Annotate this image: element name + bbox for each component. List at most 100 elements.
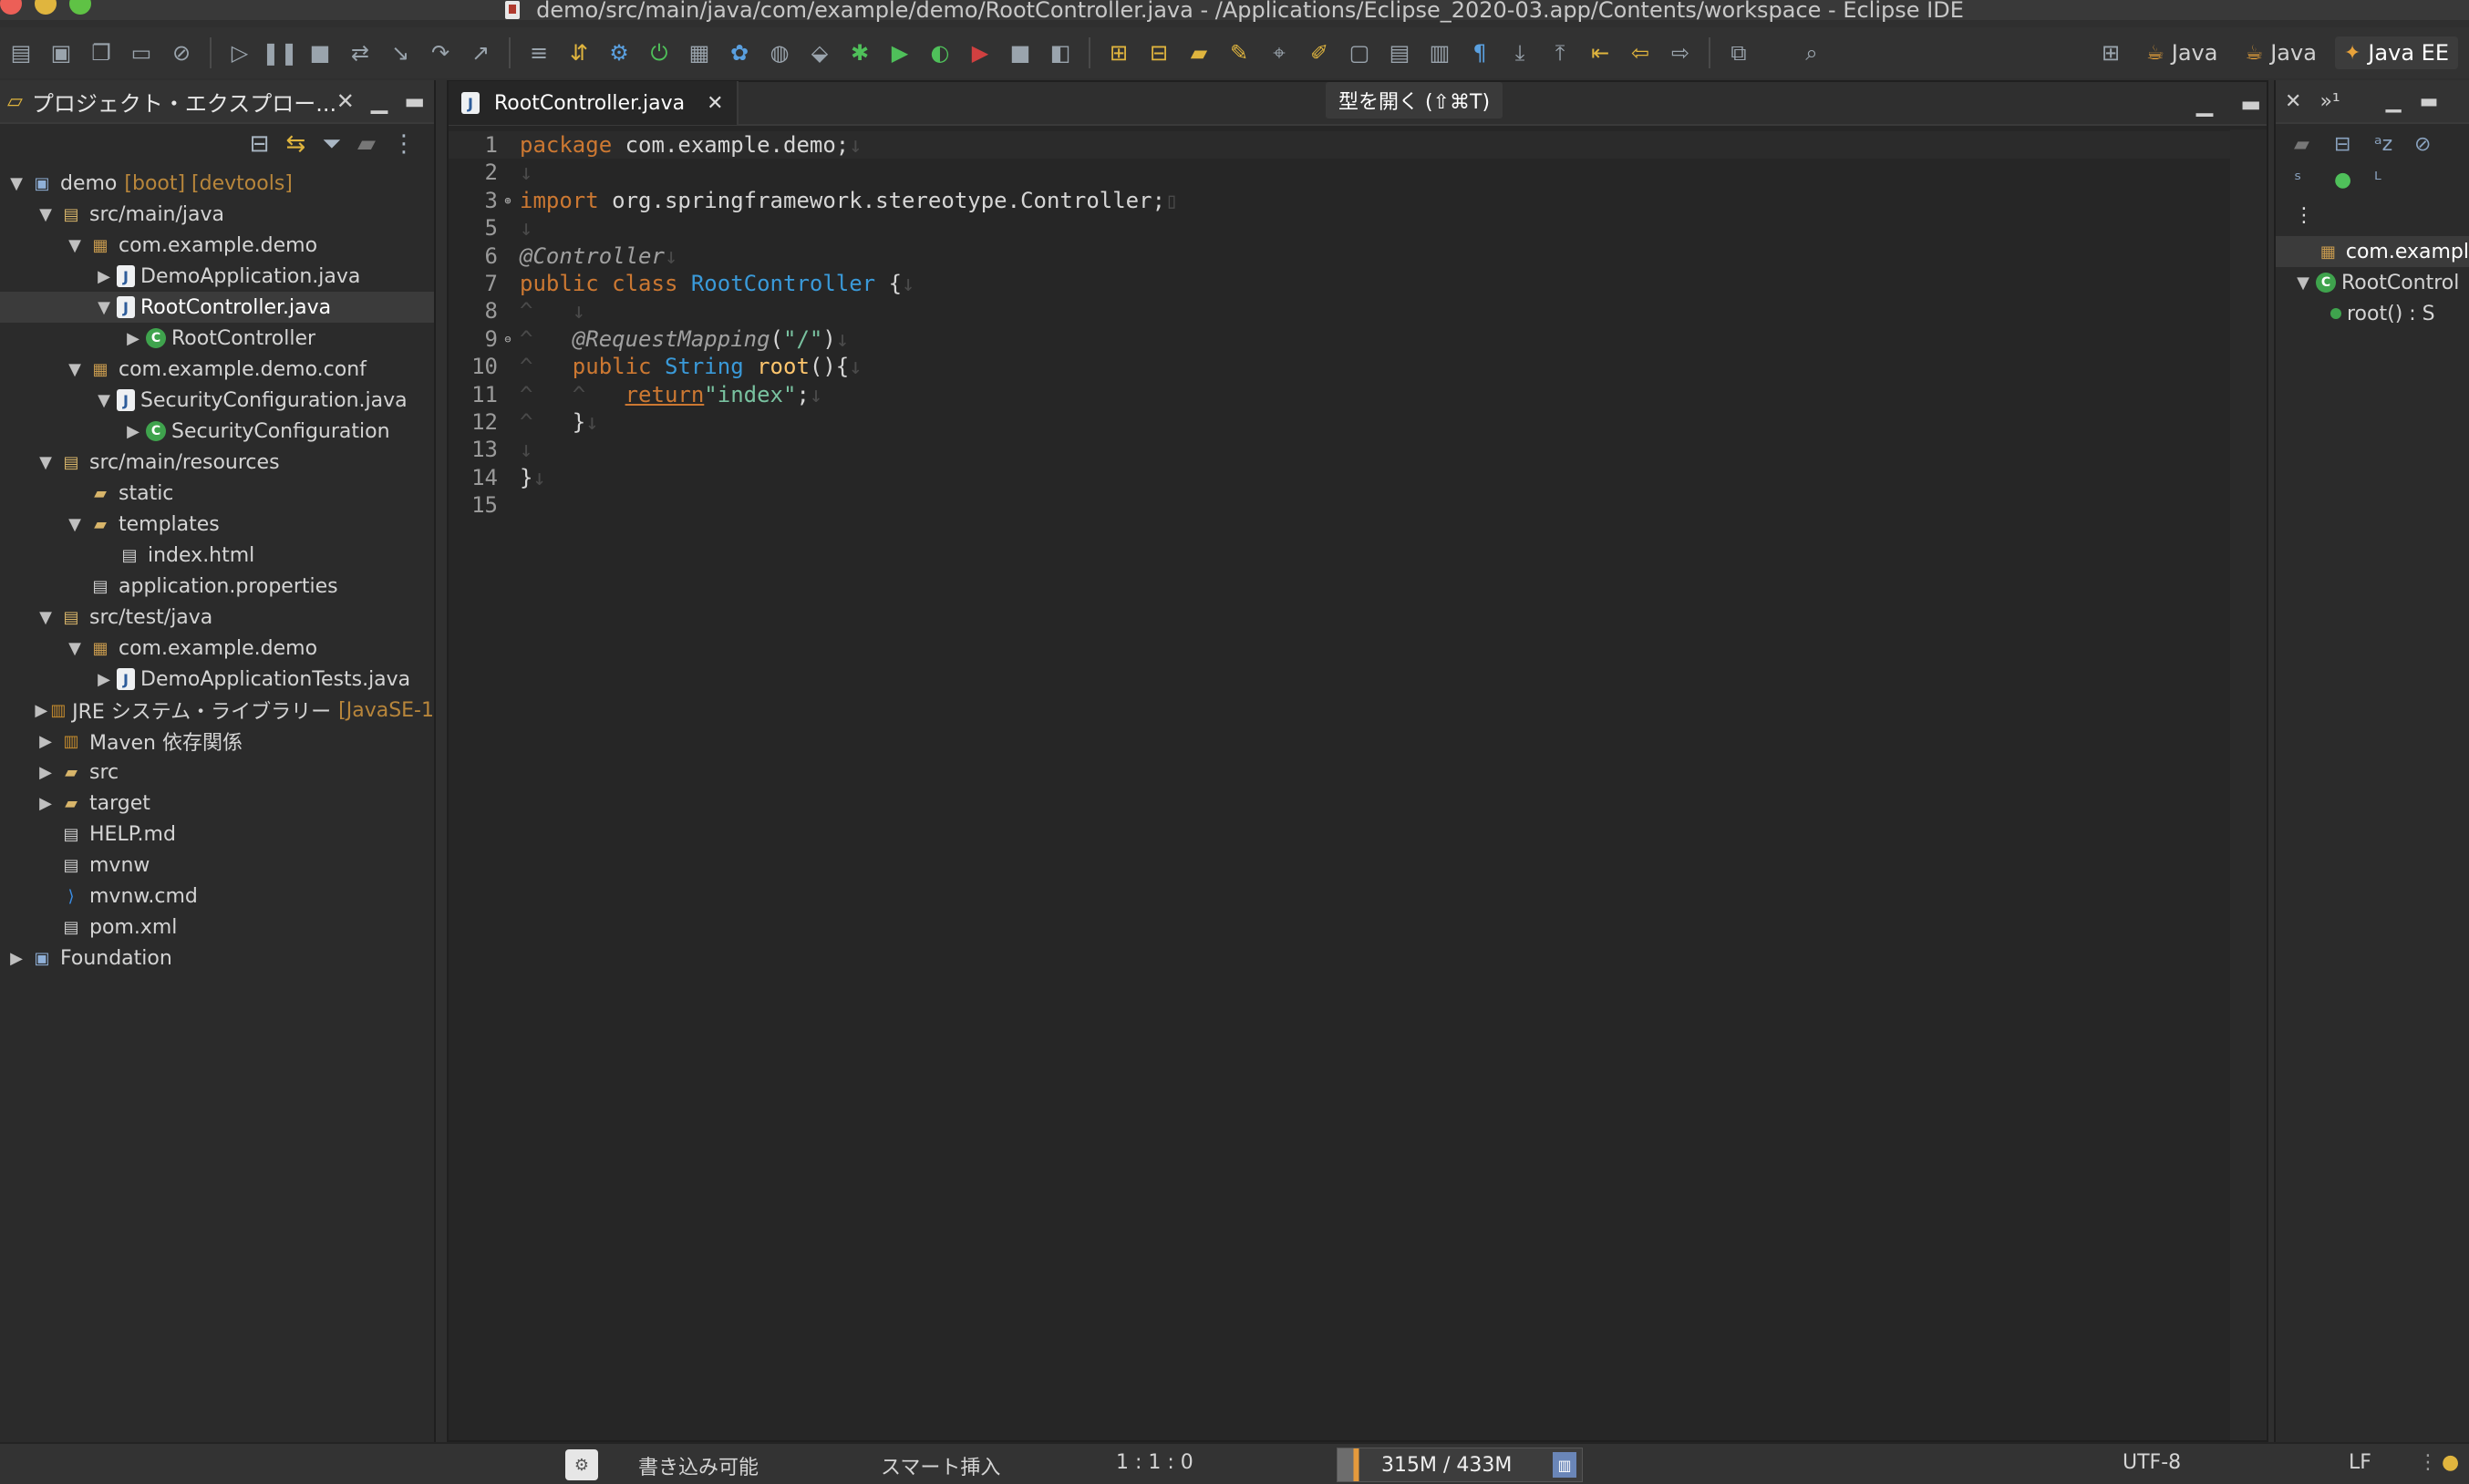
outline-item[interactable]: ▼ C RootControl	[2276, 267, 2469, 298]
cursor-position[interactable]: 1 : 1 : 0	[1116, 1451, 1193, 1474]
tree-item[interactable]: ▶ C RootController	[0, 323, 434, 354]
collapse-arrow-icon[interactable]: ▼	[62, 515, 88, 534]
fold-toggle-icon[interactable]: ⊖	[501, 333, 514, 345]
expand-arrow-icon[interactable]: ▶	[33, 732, 58, 751]
collapse-arrow-icon[interactable]: ▼	[2290, 273, 2316, 293]
code-line[interactable]: 9 ⊖ ^ @RequestMapping("/")↓	[449, 325, 2267, 353]
link-with-editor-icon[interactable]: ⇆	[285, 130, 305, 158]
tree-item[interactable]: ▤ application.properties	[0, 571, 434, 602]
tree-item[interactable]: ▼ ▰ templates	[0, 509, 434, 540]
hide-static-icon[interactable]: ˢ	[2294, 169, 2334, 191]
outline-item[interactable]: ▦ com.exampl	[2276, 236, 2469, 267]
collapse-arrow-icon[interactable]: ▼	[33, 608, 58, 627]
tree-item[interactable]: ▤ HELP.md	[0, 819, 434, 850]
filter-icon[interactable]: ⏷	[322, 130, 341, 159]
use-step-filters-icon[interactable]: ⇵	[562, 36, 596, 70]
collapse-arrow-icon[interactable]: ▼	[91, 298, 117, 317]
project-explorer-tab[interactable]: ▱ プロジェクト・エクスプロー... ✕ ▁ ▬	[0, 80, 434, 124]
tree-item[interactable]: ▤ index.html	[0, 540, 434, 571]
hide-local-types-icon[interactable]: ᴸ	[2374, 169, 2414, 191]
code-line[interactable]: 14}↓	[449, 464, 2267, 491]
deploy-icon[interactable]: ⬙	[802, 36, 837, 70]
code-line[interactable]: 13 ↓	[449, 436, 2267, 463]
search-icon[interactable]: ⌕	[1794, 36, 1829, 70]
outline-tab[interactable]: ✕ »¹ ▁ ▬	[2276, 80, 2469, 124]
collapse-all-icon[interactable]: ⊟	[250, 130, 270, 158]
code-line[interactable]: 11 ^ ^ return"index";↓	[449, 381, 2267, 408]
last-edit-icon[interactable]: ⇤	[1583, 36, 1617, 70]
tree-item[interactable]: ▼ J RootController.java	[0, 292, 434, 323]
skip-breakpoints-icon[interactable]: ⊘	[164, 36, 199, 70]
collapse-arrow-icon[interactable]: ▼	[62, 236, 88, 255]
drop-to-frame-icon[interactable]: ≡	[522, 36, 556, 70]
server-icon[interactable]: ▦	[682, 36, 717, 70]
web-browser-icon[interactable]: ◍	[762, 36, 797, 70]
close-icon[interactable]: ✕	[707, 92, 723, 115]
show-whitespace-icon[interactable]: ¶	[1462, 36, 1497, 70]
expand-arrow-icon[interactable]: ▶	[33, 794, 58, 813]
minimize-window-button[interactable]	[35, 0, 57, 15]
code-line[interactable]: 2 ↓	[449, 159, 2267, 186]
code-line[interactable]: 1 package com.example.demo;↓	[449, 131, 2267, 159]
resume-icon[interactable]: ▷	[222, 36, 257, 70]
code-line[interactable]: 15	[449, 491, 2267, 519]
console-icon[interactable]: ▭	[124, 36, 159, 70]
tree-item[interactable]: ▶ ▰ src	[0, 757, 434, 788]
hide-nonpublic-icon[interactable]: ●	[2334, 169, 2374, 191]
expand-arrow-icon[interactable]: ▶	[91, 670, 117, 689]
line-delimiter-status[interactable]: LF	[2349, 1451, 2371, 1474]
prev-annotation-icon[interactable]: ⤒	[1543, 36, 1577, 70]
tree-item[interactable]: ▶ J DemoApplicationTests.java	[0, 664, 434, 695]
run-icon[interactable]: ▶	[883, 36, 917, 70]
tree-item[interactable]: ▤ mvnw	[0, 850, 434, 881]
insert-mode-status[interactable]: スマート挿入	[881, 1451, 1000, 1480]
code-line[interactable]: 12 ^ }↓	[449, 408, 2267, 436]
tree-item[interactable]: ▶ C SecurityConfiguration	[0, 416, 434, 447]
collapse-arrow-icon[interactable]: ▼	[33, 453, 58, 472]
search-tool-icon[interactable]: ✎	[1222, 36, 1256, 70]
tree-item[interactable]: ▼ ▦ com.example.demo	[0, 230, 434, 261]
fold-toggle-icon[interactable]: ⊕	[501, 194, 514, 207]
minimize-icon[interactable]: ▁	[2196, 91, 2213, 117]
perspective-java[interactable]: ☕ Java	[2137, 36, 2226, 69]
garbage-collect-icon[interactable]: ▥	[1553, 1452, 1576, 1478]
coverage-icon[interactable]: ◐	[923, 36, 957, 70]
open-perspective-icon[interactable]: ⊞	[2093, 36, 2128, 70]
expand-arrow-icon[interactable]: ▶	[91, 267, 117, 286]
power-icon[interactable]: ⏻	[642, 36, 677, 70]
zoom-window-button[interactable]	[69, 0, 91, 15]
open-task-icon[interactable]: ⊟	[1142, 36, 1176, 70]
next-annotation-icon[interactable]: ⤓	[1503, 36, 1537, 70]
toggle-mark-icon[interactable]: ⌖	[1262, 36, 1296, 70]
expand-arrow-icon[interactable]: ▶	[120, 329, 146, 348]
editor-tab-rootcontroller[interactable]: J RootController.java ✕	[449, 81, 739, 125]
outline-item[interactable]: • root() : S	[2276, 298, 2469, 329]
new-java-class-icon[interactable]: ◧	[1043, 36, 1078, 70]
tree-item[interactable]: ▼ ▤ src/main/resources	[0, 447, 434, 478]
close-icon[interactable]: ✕	[2285, 90, 2301, 113]
step-over-icon[interactable]: ↷	[423, 36, 458, 70]
tree-item[interactable]: ▼ ▣ demo [boot] [devtools]	[0, 168, 434, 199]
focus-icon[interactable]: ▰	[357, 130, 376, 158]
back-icon[interactable]: ⇦	[1623, 36, 1658, 70]
collapse-arrow-icon[interactable]: ▼	[91, 391, 117, 410]
tree-item[interactable]: ▶ ▥ Maven 依存関係	[0, 726, 434, 757]
maximize-icon[interactable]: ▬	[2420, 90, 2439, 113]
tree-item[interactable]: ▶ J DemoApplication.java	[0, 261, 434, 292]
perspective-java-browsing[interactable]: ☕ Java	[2236, 36, 2325, 69]
overview-ruler[interactable]	[2230, 129, 2267, 1440]
tree-item[interactable]: ⟩ mvnw.cmd	[0, 881, 434, 912]
hide-fields-icon[interactable]: ⊘	[2414, 133, 2454, 156]
tree-item[interactable]: ▶ ▥ JRE システム・ライブラリー [JavaSE-1	[0, 695, 434, 726]
minimize-icon[interactable]: ▁	[2386, 90, 2402, 113]
view-menu-icon[interactable]: ⋮	[392, 130, 416, 158]
expand-arrow-icon[interactable]: ▶	[4, 949, 29, 968]
collapse-all-icon[interactable]: ⊟	[2334, 133, 2374, 156]
step-into-icon[interactable]: ↘	[383, 36, 418, 70]
tree-item[interactable]: ▼ ▤ src/main/java	[0, 199, 434, 230]
tree-item[interactable]: ▰ static	[0, 478, 434, 509]
expand-arrow-icon[interactable]: ▶	[120, 422, 146, 441]
tree-item[interactable]: ▶ ▰ target	[0, 788, 434, 819]
code-editor[interactable]: 1 package com.example.demo;↓ 2 ↓ 3 ⊕ import or…	[449, 129, 2267, 1440]
code-line[interactable]: 5 ↓	[449, 214, 2267, 242]
